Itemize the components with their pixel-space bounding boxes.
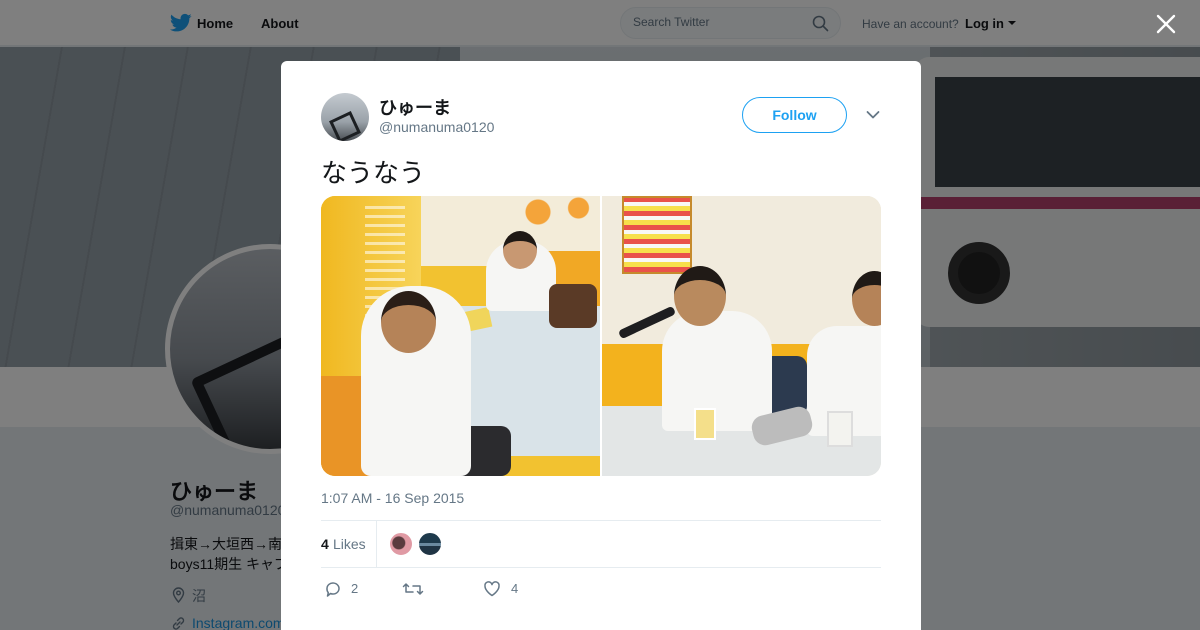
like-button[interactable]: 4 [483,580,528,598]
retweet-icon [402,583,424,595]
photo-glass [694,408,716,440]
chevron-down-icon[interactable] [866,110,880,120]
close-icon[interactable] [1154,12,1178,36]
like-count: 4 [511,581,519,596]
follow-button[interactable]: Follow [742,97,847,133]
reply-count: 2 [351,581,359,596]
divider [321,520,881,521]
photo-person [662,311,772,431]
photo-person-head [381,291,436,353]
reply-icon [326,582,340,597]
tweet-photo-karaoke-table[interactable] [321,196,600,476]
photo-person-head [503,231,537,269]
photo-glass [827,411,853,447]
likes-label[interactable]: Likes [333,536,366,552]
liker-avatar[interactable] [418,532,442,556]
retweet-button[interactable] [402,580,424,598]
tweet-photo-singing[interactable] [602,196,881,476]
tweet-author-avatar[interactable] [321,93,369,141]
tweet-author-name[interactable]: ひゅーま [379,94,451,120]
photo-bag [549,284,597,328]
tweet-photo-grid [321,196,881,476]
photo-poster [622,196,692,274]
tweet-text: なうなう [321,159,426,189]
tweet-modal: ひゅーま @numanuma0120 Follow なうなう 1:07 AM -… [281,61,921,630]
heart-icon [484,581,500,597]
avatar-ladder-shape [329,111,361,141]
divider [376,521,377,567]
photo-person-head [674,266,726,326]
liker-avatar[interactable] [389,532,413,556]
photo-circles [511,196,600,236]
divider [321,567,881,568]
likes-count[interactable]: 4 [321,536,329,552]
tweet-author-handle[interactable]: @numanuma0120 [379,119,494,135]
tweet-timestamp[interactable]: 1:07 AM - 16 Sep 2015 [321,490,464,506]
reply-button[interactable]: 2 [324,580,369,598]
